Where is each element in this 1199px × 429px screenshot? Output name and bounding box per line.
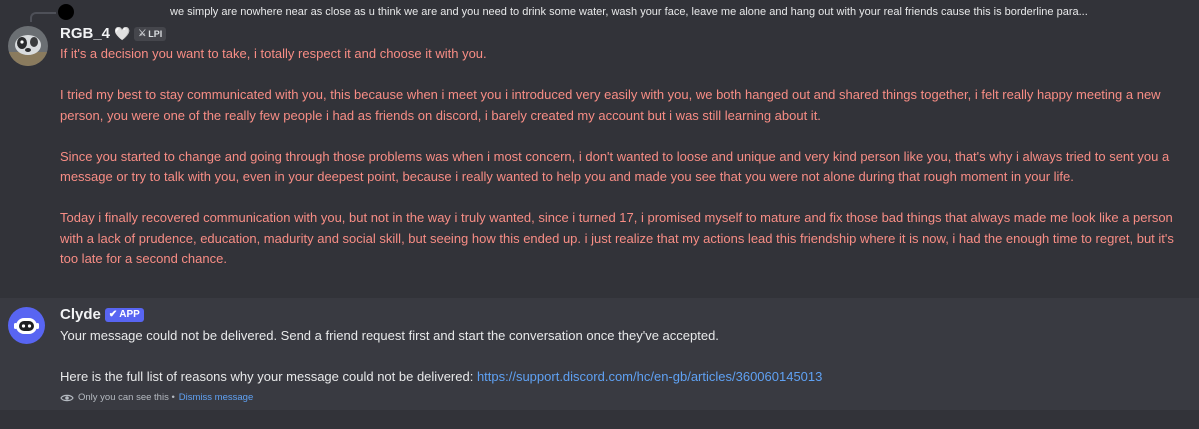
checkmark-icon: ✔ xyxy=(108,309,118,320)
clyde-line-2-text: Here is the full list of reasons why you… xyxy=(60,369,477,384)
support-link[interactable]: https://support.discord.com/hc/en-gb/art… xyxy=(477,369,822,384)
clyde-line-2: Here is the full list of reasons why you… xyxy=(60,367,1190,388)
user-avatar-image xyxy=(8,26,48,66)
server-tag-badge[interactable]: ⚔ LPI xyxy=(134,26,167,41)
dismiss-message-link[interactable]: Dismiss message xyxy=(179,392,253,403)
clyde-avatar[interactable] xyxy=(8,307,45,344)
ephemeral-note: Only you can see this • Dismiss message xyxy=(60,392,253,403)
message-paragraph: I tried my best to stay communicated wit… xyxy=(60,87,1161,123)
clyde-message-header: Clyde ✔ APP xyxy=(60,306,144,323)
clyde-bot-icon xyxy=(14,318,39,334)
server-tag-label: LPI xyxy=(148,28,163,39)
clyde-username[interactable]: Clyde xyxy=(60,306,101,323)
message-paragraph: Since you started to change and going th… xyxy=(60,148,1170,185)
ephemeral-note-text: Only you can see this • xyxy=(78,392,175,403)
heart-icon: 🤍 xyxy=(114,26,131,41)
app-badge-label: APP xyxy=(119,309,140,320)
clyde-line-1: Your message could not be delivered. Sen… xyxy=(60,328,719,343)
message-content: If it's a decision you want to take, i t… xyxy=(60,44,1190,270)
message-header: RGB_4 🤍 ⚔ LPI xyxy=(60,25,167,42)
username[interactable]: RGB_4 xyxy=(60,25,110,42)
reply-avatar[interactable] xyxy=(58,4,74,20)
eye-icon xyxy=(60,394,74,401)
app-badge: ✔ APP xyxy=(104,307,144,322)
reply-spine xyxy=(30,12,56,22)
clyde-message-content: Your message could not be delivered. Sen… xyxy=(60,326,1190,388)
sword-icon: ⚔ xyxy=(138,28,147,38)
message-paragraph: Today i finally recovered communication … xyxy=(60,210,1174,266)
reply-preview-text[interactable]: we simply are nowhere near as close as u… xyxy=(170,6,1180,18)
message-paragraph: If it's a decision you want to take, i t… xyxy=(60,46,487,61)
user-avatar[interactable] xyxy=(8,26,48,66)
